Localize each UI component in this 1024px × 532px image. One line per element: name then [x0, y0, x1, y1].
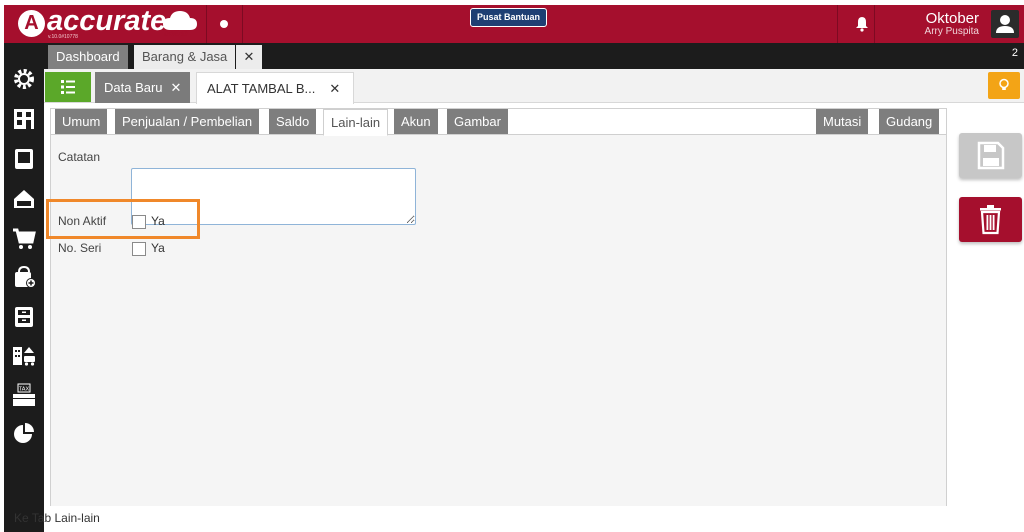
fixed-asset-icon[interactable] [12, 343, 36, 367]
tax-icon[interactable]: TAX [12, 383, 36, 407]
sub-tab-bar: Data Baru ✕ ALAT TAMBAL B... ✕ [44, 69, 1024, 104]
tab-gambar[interactable]: Gambar [447, 109, 508, 134]
tab-saldo[interactable]: Saldo [269, 109, 317, 134]
main-tab-bar: Dashboard Barang & Jasa ✕ 2 [44, 43, 1024, 69]
tab-lain-lain[interactable]: Lain-lain [323, 109, 389, 136]
tab-data-baru[interactable]: Data Baru ✕ [95, 72, 191, 103]
open-tab-count: 2 [1011, 47, 1018, 59]
no-seri-checkbox[interactable] [132, 242, 146, 256]
logo-subtext: online [164, 29, 188, 38]
topbar-divider [874, 5, 875, 43]
trash-icon [980, 205, 1001, 235]
app-window: A accurate v.10.0#10778 online Pusat Ban… [0, 0, 1024, 532]
report-pie-icon[interactable] [12, 421, 36, 445]
lightbulb-icon [999, 78, 1009, 90]
help-center-button[interactable]: Pusat Bantuan [470, 8, 548, 27]
settings-icon[interactable] [12, 67, 36, 91]
bell-icon[interactable] [854, 16, 870, 32]
user-icon [996, 15, 1014, 33]
sidebar: TAX [4, 43, 44, 532]
close-icon[interactable]: ✕ [329, 81, 340, 96]
status-dot-icon[interactable] [220, 20, 228, 28]
tab-umum[interactable]: Umum [55, 109, 108, 134]
close-icon[interactable]: ✕ [171, 80, 182, 95]
cash-bank-icon[interactable] [12, 187, 36, 211]
tab-barang-jasa[interactable]: Barang & Jasa [134, 45, 236, 69]
save-button[interactable] [959, 133, 1022, 178]
sales-cart-icon[interactable] [12, 227, 36, 251]
app-version: v.10.0#10778 [48, 34, 78, 40]
company-icon[interactable] [12, 107, 36, 131]
tab-dashboard[interactable]: Dashboard [48, 45, 128, 69]
list-view-button[interactable] [45, 72, 91, 102]
purchase-bag-icon[interactable] [12, 265, 36, 289]
tab-mutasi[interactable]: Mutasi [816, 109, 869, 134]
list-icon [61, 80, 75, 94]
period-month: Oktober [925, 10, 979, 27]
top-bar: A accurate v.10.0#10778 online Pusat Ban… [4, 5, 1024, 43]
topbar-divider [837, 5, 838, 43]
ledger-icon[interactable] [12, 147, 36, 171]
save-icon [977, 141, 1005, 170]
tab-item-detail[interactable]: ALAT TAMBAL B... ✕ [196, 72, 354, 104]
tab-akun[interactable]: Akun [394, 109, 438, 134]
status-hint: Ke Tab Lain-lain [14, 511, 100, 525]
tips-button[interactable] [988, 72, 1020, 99]
inventory-icon[interactable] [12, 305, 36, 329]
logo-mark: A [18, 10, 45, 37]
tab-data-baru-label: Data Baru [104, 80, 163, 95]
item-form-panel: Umum Penjualan / Pembelian Saldo Lain-la… [50, 108, 947, 506]
close-tab-icon[interactable]: ✕ [236, 45, 262, 69]
avatar[interactable] [991, 10, 1019, 38]
delete-button[interactable] [959, 197, 1022, 242]
highlight-box [46, 199, 200, 239]
period-selector[interactable]: Oktober Arry Puspita [925, 11, 979, 37]
topbar-divider [206, 5, 207, 43]
form-body: Catatan Non Aktif Ya No. Seri Ya [51, 134, 946, 506]
tab-penjualan-pembelian[interactable]: Penjualan / Pembelian [115, 109, 260, 134]
user-name: Arry Puspita [924, 26, 979, 37]
no-seri-option-label[interactable]: Ya [151, 241, 165, 255]
tab-gudang[interactable]: Gudang [879, 109, 940, 134]
tab-item-label: ALAT TAMBAL B... [207, 81, 316, 96]
no-seri-label: No. Seri [58, 241, 102, 255]
catatan-label: Catatan [58, 150, 101, 164]
topbar-divider [242, 5, 243, 43]
svg-text:TAX: TAX [19, 387, 30, 393]
